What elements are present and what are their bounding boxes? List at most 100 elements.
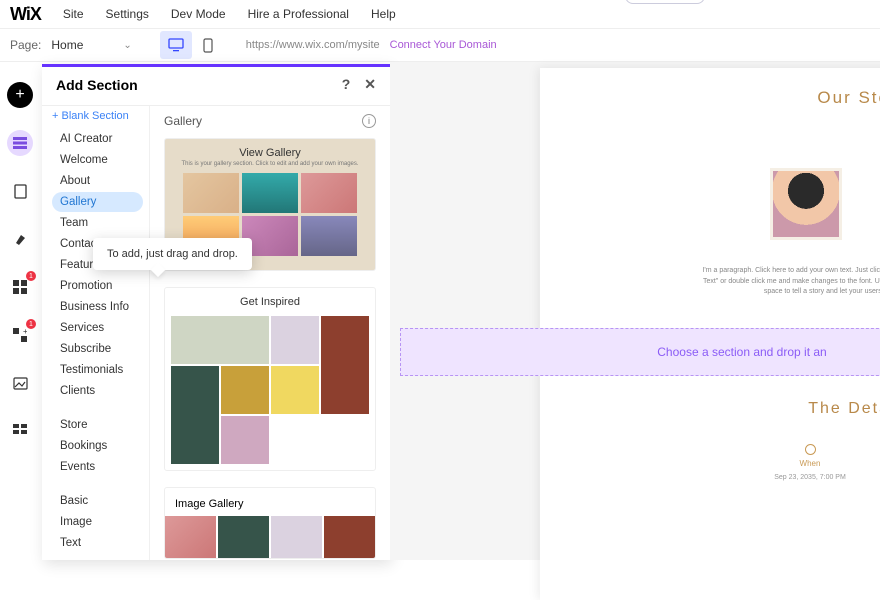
cat-bookings[interactable]: Bookings [52,436,143,456]
template-title: Get Inspired [165,288,375,310]
wix-logo[interactable]: WiX [10,4,41,25]
cat-services[interactable]: Services [52,318,143,338]
panel-header: Add Section ? ✕ [42,64,390,106]
when-block[interactable]: When Sep 23, 2035, 7:00 PM [720,444,880,481]
top-menu-bar: WiX Site Settings Dev Mode Hire a Profes… [0,0,880,28]
section-dropzone[interactable]: Choose a section and drop it an [400,328,880,376]
thumb [242,173,298,213]
left-rail: + 1 + 1 [0,62,40,560]
editor-canvas[interactable]: Our Sto I'm a paragraph. Click here to a… [390,62,880,560]
cat-business-info[interactable]: Business Info [52,297,143,317]
panel-title: Add Section [56,77,138,93]
content-button[interactable] [7,418,33,444]
thumb [271,516,322,558]
sections-icon [13,137,27,149]
page-toolbar: Page: Home ⌄ https://www.wix.com/mysite … [0,28,880,62]
design-button[interactable] [7,226,33,252]
cat-testimonials[interactable]: Testimonials [52,360,143,380]
category-list[interactable]: + Blank Section AI Creator Welcome About… [42,106,150,560]
site-page[interactable]: Our Sto I'm a paragraph. Click here to a… [540,68,880,600]
connect-domain-link[interactable]: Connect Your Domain [390,39,497,51]
collapse-handle[interactable]: ⌃ [625,0,705,4]
cat-store[interactable]: Store [52,415,143,435]
mobile-icon [203,38,213,53]
cat-clients[interactable]: Clients [52,381,143,401]
image-icon [13,377,28,390]
close-icon[interactable]: ✕ [364,76,376,93]
when-label: When [720,459,880,468]
template-image-gallery[interactable]: Image Gallery [164,487,376,559]
apps-button[interactable]: 1 [7,274,33,300]
app-market-badge: 1 [26,319,36,329]
cat-subscribe[interactable]: Subscribe [52,339,143,359]
chevron-down-icon: ⌄ [123,40,131,51]
menu-devmode[interactable]: Dev Mode [171,7,226,21]
template-title: View Gallery [165,139,375,161]
cat-image[interactable]: Image [52,512,143,532]
blank-section-item[interactable]: + Blank Section [52,108,143,128]
help-icon[interactable]: ? [342,76,351,93]
site-url: https://www.wix.com/mysite [246,39,380,51]
info-icon[interactable]: i [362,114,376,128]
add-section-panel: Add Section ? ✕ + Blank Section AI Creat… [42,64,390,560]
svg-text:+: + [23,328,27,336]
url-bar: https://www.wix.com/mysite Connect Your … [246,39,870,51]
thumb [301,216,357,256]
cat-ai-creator[interactable]: AI Creator [52,129,143,149]
heading-our-story[interactable]: Our Sto [560,88,880,108]
thumb [165,516,216,558]
menu-settings[interactable]: Settings [106,7,149,21]
desktop-icon [168,38,184,52]
page-dropdown[interactable]: Home ⌄ [51,38,131,52]
page-icon [14,184,27,199]
cat-about[interactable]: About [52,171,143,191]
add-button[interactable]: + [7,82,33,108]
app-market-icon: + [13,328,27,342]
thumb [324,516,375,558]
thumb [218,516,269,558]
template-get-inspired[interactable]: Get Inspired [164,287,376,471]
sections-button[interactable] [7,130,33,156]
when-date: Sep 23, 2035, 7:00 PM [720,474,880,481]
thumb [271,316,319,364]
pages-button[interactable] [7,178,33,204]
paragraph-text[interactable]: I'm a paragraph. Click here to add your … [560,260,880,298]
thumb [271,366,319,414]
grid-icon [13,424,27,438]
device-toggle [160,31,224,59]
menu-hire[interactable]: Hire a Professional [248,7,349,21]
thumb [171,316,269,364]
app-market-button[interactable]: + 1 [7,322,33,348]
thumb [221,366,269,414]
menu-site[interactable]: Site [63,7,84,21]
mobile-view-button[interactable] [192,31,224,59]
cat-text[interactable]: Text [52,533,143,553]
template-subtitle: This is your gallery section. Click to e… [165,161,375,173]
heading-details[interactable]: The Deta [560,400,880,418]
apps-icon [13,280,27,294]
page-label: Page: [10,38,41,52]
menu-help[interactable]: Help [371,7,396,21]
cat-welcome[interactable]: Welcome [52,150,143,170]
clock-icon [805,444,816,455]
cat-team[interactable]: Team [52,213,143,233]
paint-icon [13,232,28,247]
drag-drop-tooltip: To add, just drag and drop. [93,238,252,270]
cat-promotion[interactable]: Promotion [52,276,143,296]
thumb [321,316,369,414]
template-preview-list[interactable]: Gallery i View Gallery This is your gall… [150,106,390,560]
thumb [171,366,219,464]
template-title: Image Gallery [165,488,375,516]
cat-gallery[interactable]: Gallery [52,192,143,212]
desktop-view-button[interactable] [160,31,192,59]
preview-heading: Gallery [164,114,202,128]
thumb [221,416,269,464]
media-button[interactable] [7,370,33,396]
apps-badge: 1 [26,271,36,281]
thumb [301,173,357,213]
thumb [183,173,239,213]
page-name: Home [51,38,83,52]
avatar-image[interactable] [770,168,842,240]
cat-events[interactable]: Events [52,457,143,477]
cat-basic[interactable]: Basic [52,491,143,511]
